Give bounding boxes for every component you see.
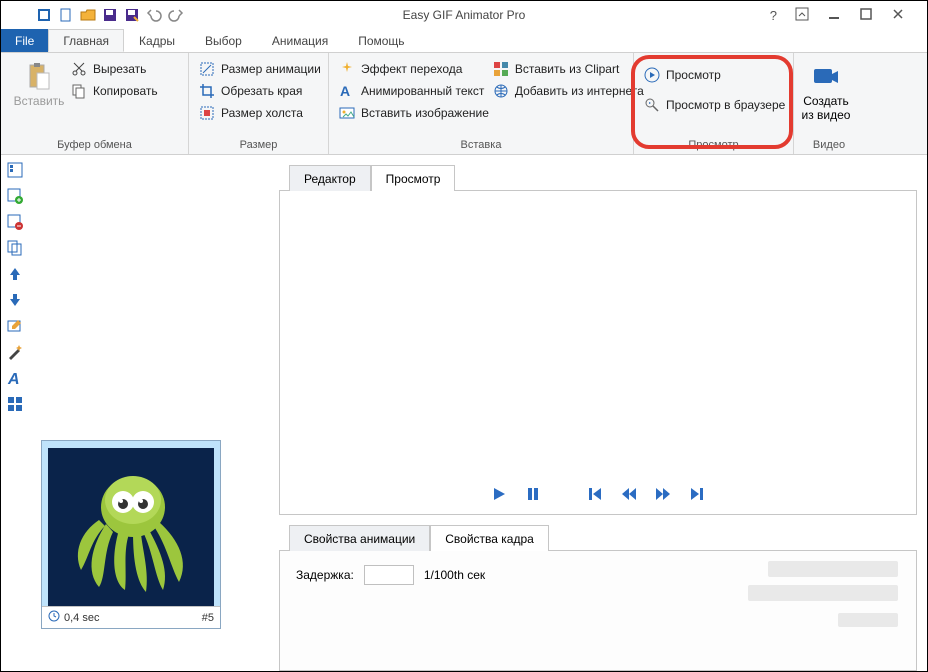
app-icon <box>36 7 52 23</box>
save-icon[interactable] <box>102 7 118 23</box>
group-label-insert: Вставка <box>329 136 633 154</box>
maximize-button[interactable] <box>859 7 873 24</box>
frame-duration: 0,4 sec <box>64 612 99 624</box>
video-icon <box>810 61 842 93</box>
frames-list-icon[interactable] <box>6 161 24 179</box>
frame-image <box>48 448 214 606</box>
ribbon-tabs: File Главная Кадры Выбор Анимация Помощь <box>1 29 927 53</box>
svg-text:A: A <box>340 83 350 99</box>
new-icon[interactable] <box>58 7 74 23</box>
paste-icon <box>23 61 55 93</box>
transition-button[interactable]: Эффект перехода <box>339 61 489 77</box>
frame-thumbnail[interactable]: 0,4 sec #5 <box>41 440 221 629</box>
redo-icon[interactable] <box>168 7 184 23</box>
first-button[interactable] <box>587 486 603 507</box>
clipart-button[interactable]: Вставить из Clipart <box>493 61 644 77</box>
anim-size-button[interactable]: Размер анимации <box>199 61 321 77</box>
tab-main[interactable]: Главная <box>48 29 124 52</box>
grid-view-icon[interactable] <box>6 395 24 413</box>
clock-icon <box>48 610 60 625</box>
paste-button[interactable]: Вставить <box>11 59 67 109</box>
delay-unit: 1/100th сек <box>424 568 485 582</box>
copy-button[interactable]: Копировать <box>71 83 158 99</box>
tab-anim-props[interactable]: Свойства анимации <box>289 525 430 551</box>
group-label-clipboard: Буфер обмена <box>1 136 188 154</box>
preview-area <box>279 191 917 515</box>
image-icon <box>339 105 355 121</box>
edit-image-icon[interactable] <box>6 317 24 335</box>
anim-text-button[interactable]: A Анимированный текст <box>339 83 489 99</box>
vertical-toolbar: A <box>1 155 29 671</box>
scissors-icon <box>71 61 87 77</box>
sparkle-icon <box>339 61 355 77</box>
svg-text:A: A <box>7 371 20 387</box>
pause-button[interactable] <box>525 486 541 507</box>
group-label-preview: Просмотр <box>634 136 793 154</box>
magic-wand-icon[interactable] <box>6 343 24 361</box>
add-frame-icon[interactable] <box>6 187 24 205</box>
tab-frame-props[interactable]: Свойства кадра <box>430 525 549 551</box>
insert-image-button[interactable]: Вставить изображение <box>339 105 489 121</box>
move-down-icon[interactable] <box>6 291 24 309</box>
create-from-video-button[interactable]: Создать из видео <box>798 59 854 123</box>
frames-panel: 0,4 sec #5 <box>29 155 279 671</box>
group-label-video: Видео <box>794 136 864 154</box>
tab-file[interactable]: File <box>1 29 48 52</box>
browser-play-icon <box>644 97 660 113</box>
text-tool-icon[interactable]: A <box>6 369 24 387</box>
resize-icon <box>199 61 215 77</box>
globe-icon <box>493 83 509 99</box>
preview-button[interactable]: Просмотр <box>644 67 785 83</box>
next-button[interactable] <box>655 486 671 507</box>
preview-canvas <box>280 191 916 478</box>
title-bar: Easy GIF Animator Pro ? <box>1 1 927 29</box>
clipart-icon <box>493 61 509 77</box>
window-title: Easy GIF Animator Pro <box>403 8 526 22</box>
tab-animation[interactable]: Анимация <box>257 29 343 52</box>
placeholder-block <box>768 561 898 577</box>
remove-frame-icon[interactable] <box>6 213 24 231</box>
prev-button[interactable] <box>621 486 637 507</box>
duplicate-frame-icon[interactable] <box>6 239 24 257</box>
crop-icon <box>199 83 215 99</box>
play-circle-icon <box>644 67 660 83</box>
ribbon-toggle-icon[interactable] <box>795 7 809 24</box>
play-button[interactable] <box>491 486 507 507</box>
save-as-icon[interactable] <box>124 7 140 23</box>
last-button[interactable] <box>689 486 705 507</box>
canvas-icon <box>199 105 215 121</box>
from-internet-button[interactable]: Добавить из интернета <box>493 83 644 99</box>
group-label-size: Размер <box>189 136 328 154</box>
copy-icon <box>71 83 87 99</box>
move-up-icon[interactable] <box>6 265 24 283</box>
minimize-button[interactable] <box>827 7 841 24</box>
help-icon[interactable]: ? <box>770 8 777 23</box>
delay-input[interactable] <box>364 565 414 585</box>
close-button[interactable] <box>891 7 905 24</box>
frame-properties-panel: Задержка: 1/100th сек <box>279 551 917 671</box>
open-icon[interactable] <box>80 7 96 23</box>
cut-button[interactable]: Вырезать <box>71 61 158 77</box>
crop-button[interactable]: Обрезать края <box>199 83 321 99</box>
placeholder-block <box>748 585 898 601</box>
tab-frames[interactable]: Кадры <box>124 29 190 52</box>
canvas-size-button[interactable]: Размер холста <box>199 105 321 121</box>
frame-index: #5 <box>202 612 214 624</box>
tab-preview[interactable]: Просмотр <box>371 165 456 191</box>
playback-controls <box>280 478 916 514</box>
preview-browser-button[interactable]: Просмотр в браузере <box>644 97 785 113</box>
tab-select[interactable]: Выбор <box>190 29 257 52</box>
undo-icon[interactable] <box>146 7 162 23</box>
delay-label: Задержка: <box>296 568 354 582</box>
text-anim-icon: A <box>339 83 355 99</box>
placeholder-block <box>838 613 898 627</box>
tab-editor[interactable]: Редактор <box>289 165 371 191</box>
tab-help[interactable]: Помощь <box>343 29 419 52</box>
ribbon: Вставить Вырезать Копировать <box>1 53 927 155</box>
